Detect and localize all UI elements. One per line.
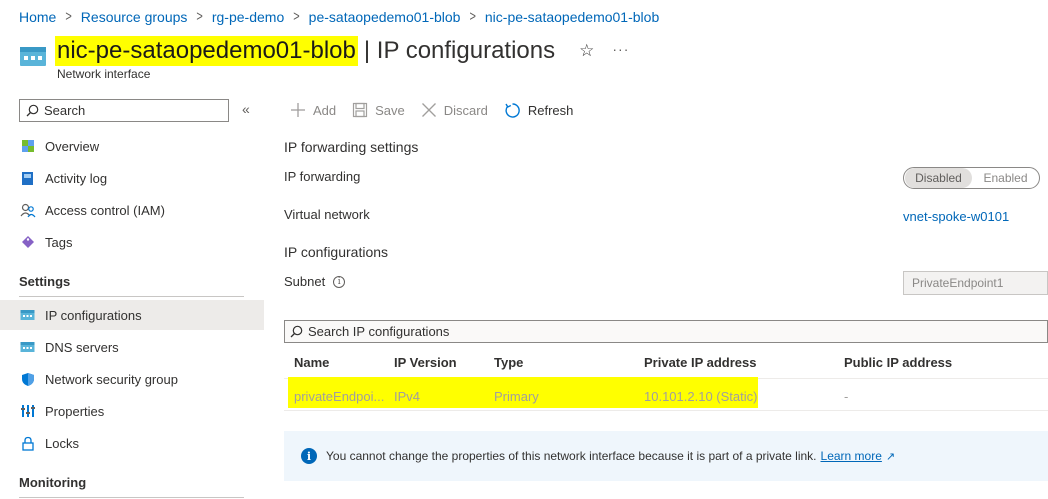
cell-private-ip: 10.101.2.10 (Static)	[644, 389, 758, 404]
ip-forwarding-label-text: IP forwarding	[284, 169, 361, 184]
sidebar-item-overview[interactable]: Overview	[0, 131, 264, 161]
sidebar-item-locks[interactable]: Locks	[0, 428, 264, 458]
add-button[interactable]: Add	[290, 102, 336, 118]
chevron-right-icon: >	[65, 9, 72, 25]
ip-forwarding-label: IP forwarding	[284, 169, 360, 184]
sidebar-search-input[interactable]	[44, 103, 214, 118]
sidebar-item-iam[interactable]: Access control (IAM)	[0, 195, 264, 225]
column-header-name[interactable]: Name	[294, 355, 329, 370]
lock-icon	[19, 435, 36, 452]
ip-forwarding-heading: IP forwarding settings	[284, 139, 419, 155]
overview-icon	[19, 138, 36, 155]
sidebar-item-label: Overview	[45, 138, 100, 154]
save-icon	[353, 102, 368, 118]
network-interface-icon	[19, 42, 47, 70]
chevron-right-icon: >	[196, 9, 203, 25]
add-button-label: Add	[313, 102, 337, 118]
info-message-text: You cannot change the properties of this…	[326, 449, 817, 463]
discard-button[interactable]: Discard	[421, 102, 488, 118]
sidebar-item-properties[interactable]: Properties	[0, 396, 264, 426]
divider	[19, 497, 244, 498]
chevron-right-icon: >	[469, 9, 476, 25]
sidebar-item-tags[interactable]: Tags	[0, 227, 264, 257]
plus-icon	[291, 103, 305, 117]
ip-config-search-input[interactable]	[308, 324, 1008, 339]
ip-config-icon	[19, 307, 36, 324]
info-icon[interactable]: i	[333, 275, 346, 288]
cell-name[interactable]: privateEndpoi...	[294, 389, 384, 404]
virtual-network-label: Virtual network	[284, 207, 370, 222]
search-icon	[26, 104, 39, 117]
resource-name: nic-pe-sataopedemo01-blob	[55, 36, 358, 66]
info-message-bar: i You cannot change the properties of th…	[284, 431, 1048, 481]
properties-icon	[19, 403, 36, 420]
settings-heading: Settings	[19, 274, 71, 289]
cell-ip-version: IPv4	[394, 389, 421, 404]
shield-icon	[19, 371, 36, 388]
refresh-icon	[505, 102, 520, 118]
sidebar: « Overview Activity log Access control (…	[0, 90, 264, 499]
column-header-ip-version[interactable]: IP Version	[394, 355, 457, 370]
ip-forwarding-toggle[interactable]: Disabled Enabled	[903, 167, 1040, 189]
cell-public-ip: -	[844, 389, 849, 404]
dns-icon	[19, 339, 36, 356]
save-button-label: Save	[375, 102, 405, 118]
breadcrumb-home[interactable]: Home	[19, 9, 56, 25]
external-link-icon: ↗	[885, 450, 896, 463]
search-icon	[290, 325, 303, 338]
sidebar-item-dns-servers[interactable]: DNS servers	[0, 332, 264, 362]
breadcrumb-resource-groups[interactable]: Resource groups	[81, 9, 188, 25]
more-icon[interactable]: ···	[612, 41, 629, 57]
tag-icon	[19, 234, 36, 251]
refresh-button-label: Refresh	[527, 102, 574, 118]
info-icon: i	[301, 448, 317, 464]
ip-configurations-heading: IP configurations	[284, 244, 389, 260]
toggle-disabled-option[interactable]: Disabled	[905, 168, 972, 188]
sidebar-item-ip-configurations[interactable]: IP configurations	[0, 300, 264, 330]
command-bar: Add Save Discard Refresh	[290, 99, 589, 121]
sidebar-item-label: IP configurations	[45, 307, 142, 323]
column-header-private-ip[interactable]: Private IP address	[644, 355, 757, 370]
ip-config-search[interactable]	[284, 320, 1048, 343]
column-header-public-ip[interactable]: Public IP address	[844, 355, 952, 370]
cell-type: Primary	[494, 389, 539, 404]
iam-icon	[19, 202, 36, 219]
sidebar-item-nsg[interactable]: Network security group	[0, 364, 264, 394]
subnet-label: Subnet i	[284, 274, 346, 289]
sidebar-item-label: Tags	[45, 234, 73, 250]
breadcrumb: Home > Resource groups > rg-pe-demo > pe…	[19, 9, 659, 25]
sidebar-item-label: Activity log	[45, 170, 108, 186]
sidebar-item-label: Access control (IAM)	[45, 202, 165, 218]
monitoring-heading: Monitoring	[19, 475, 87, 490]
resource-type: Network interface	[57, 67, 151, 81]
virtual-network-label-text: Virtual network	[284, 207, 370, 222]
learn-more-link[interactable]: Learn more	[821, 449, 882, 463]
close-icon	[421, 103, 436, 117]
virtual-network-link[interactable]: vnet-spoke-w0101	[903, 209, 1009, 224]
toggle-enabled-option[interactable]: Enabled	[972, 168, 1039, 188]
sidebar-item-label: Locks	[45, 435, 79, 451]
breadcrumb-nic[interactable]: nic-pe-sataopedemo01-blob	[485, 9, 659, 25]
sidebar-item-label: DNS servers	[45, 339, 119, 355]
subnet-dropdown: PrivateEndpoint1	[903, 271, 1048, 295]
sidebar-search[interactable]	[19, 99, 229, 122]
subnet-label-text: Subnet	[284, 274, 326, 289]
page-title: nic-pe-sataopedemo01-blob | IP configura…	[55, 36, 629, 66]
page-title-text: | IP configurations	[363, 37, 556, 64]
collapse-icon[interactable]: «	[242, 101, 250, 117]
sidebar-item-label: Properties	[45, 403, 105, 419]
chevron-right-icon: >	[293, 9, 300, 25]
refresh-button[interactable]: Refresh	[504, 102, 574, 119]
sidebar-item-label: Network security group	[45, 371, 178, 387]
sidebar-item-activity-log[interactable]: Activity log	[0, 163, 264, 193]
discard-button-label: Discard	[443, 102, 488, 118]
divider	[19, 296, 244, 297]
star-icon[interactable]: ☆	[579, 41, 594, 61]
save-button[interactable]: Save	[352, 102, 405, 118]
column-header-type[interactable]: Type	[494, 355, 523, 370]
divider	[284, 410, 1048, 411]
breadcrumb-private-endpoint[interactable]: pe-sataopedemo01-blob	[309, 9, 461, 25]
breadcrumb-resource-group[interactable]: rg-pe-demo	[212, 9, 284, 25]
activity-log-icon	[19, 170, 36, 187]
